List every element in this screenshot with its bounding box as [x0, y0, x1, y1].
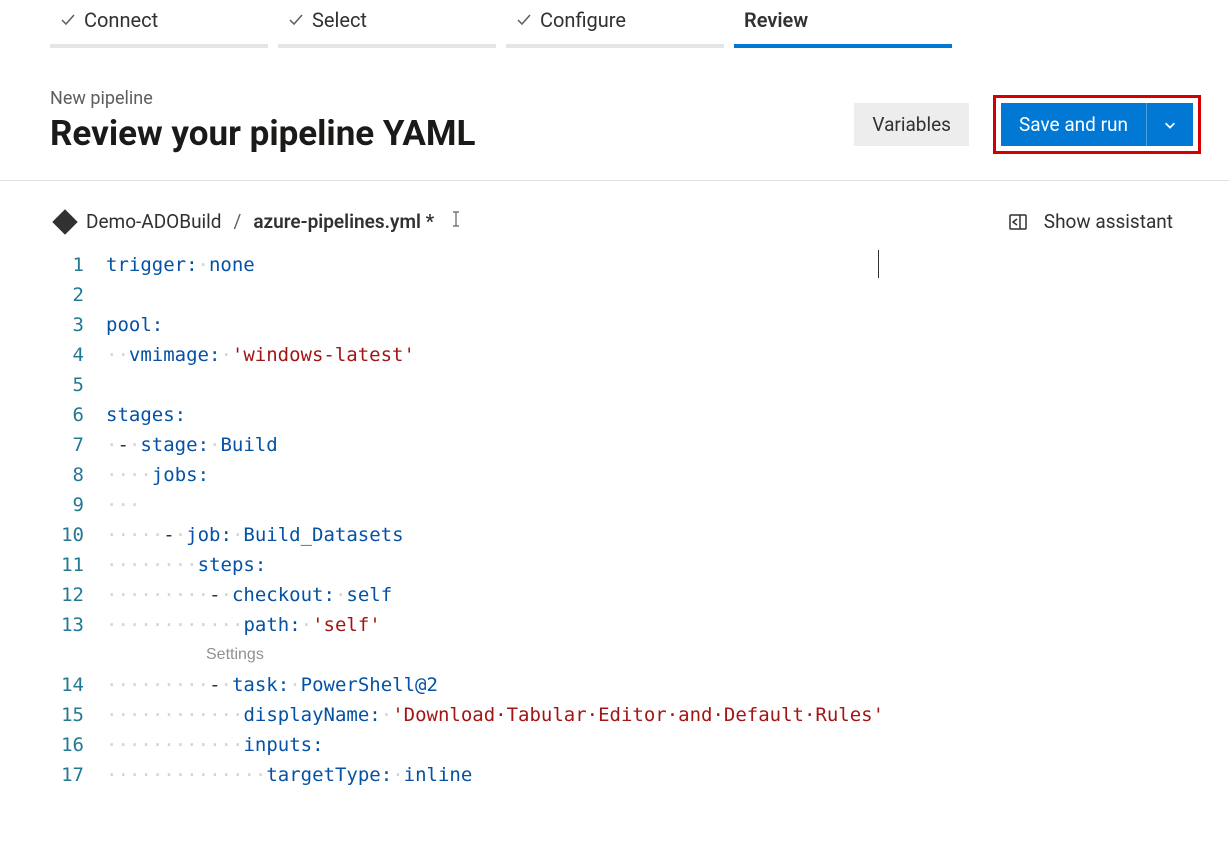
wizard-step-bar	[50, 44, 268, 48]
variables-button[interactable]: Variables	[854, 103, 969, 146]
code-line[interactable]: ········steps:	[106, 550, 1229, 580]
check-icon	[516, 12, 532, 28]
line-number: 12	[56, 580, 84, 610]
wizard-step-label: Connect	[84, 8, 158, 32]
line-gutter: 1234567891011121314151617	[56, 250, 106, 790]
line-number: 13	[56, 610, 84, 640]
code-line[interactable]: ·········-·checkout:·self	[106, 580, 1229, 610]
line-number: 3	[56, 310, 84, 340]
code-area[interactable]: trigger:·none pool:··vmimage:·'windows-la…	[106, 250, 1229, 790]
wizard-step-label: Configure	[540, 8, 626, 32]
wizard-step-label: Review	[744, 8, 808, 32]
code-line[interactable]: ·-·stage:·Build	[106, 430, 1229, 460]
save-and-run-highlight: Save and run	[993, 95, 1201, 154]
save-and-run-button[interactable]: Save and run	[1001, 103, 1147, 146]
file-bar: Demo-ADOBuild / azure-pipelines.yml * Sh…	[0, 181, 1229, 250]
code-line[interactable]: ··vmimage:·'windows-latest'	[106, 340, 1229, 370]
wizard-step-label: Select	[312, 8, 367, 32]
wizard-step-review[interactable]: Review	[734, 0, 952, 48]
wizard-step-connect[interactable]: Connect	[50, 0, 268, 48]
line-number: 4	[56, 340, 84, 370]
wizard-step-bar	[734, 44, 952, 48]
code-line[interactable]: ·········-·task:·PowerShell@2	[106, 670, 1229, 700]
chevron-down-icon	[1163, 118, 1177, 132]
code-line[interactable]: ···	[106, 490, 1229, 520]
wizard-step-configure[interactable]: Configure	[506, 0, 724, 48]
line-number: 10	[56, 520, 84, 550]
wizard-step-bar	[506, 44, 724, 48]
check-icon	[60, 12, 76, 28]
page-subtitle: New pipeline	[50, 88, 475, 109]
line-number: 16	[56, 730, 84, 760]
breadcrumb-file: azure-pipelines.yml *	[253, 210, 434, 233]
rename-icon[interactable]	[446, 209, 466, 234]
line-number: 2	[56, 280, 84, 310]
check-icon	[288, 12, 304, 28]
line-number: 8	[56, 460, 84, 490]
show-assistant-button[interactable]: Show assistant	[1008, 210, 1173, 233]
wizard-steps: Connect Select Configure Review	[0, 0, 1229, 48]
code-line[interactable]: ············displayName:·'Download·Tabul…	[106, 700, 1229, 730]
codelens-settings[interactable]: Settings	[206, 640, 264, 670]
repo-icon	[52, 209, 77, 234]
code-line[interactable]: ·····-·job:·Build_Datasets	[106, 520, 1229, 550]
line-number: 7	[56, 430, 84, 460]
code-line[interactable]: pool:	[106, 310, 1229, 340]
code-line[interactable]: stages:	[106, 400, 1229, 430]
line-number: 5	[56, 370, 84, 400]
code-line[interactable]: ············path:·'self'	[106, 610, 1229, 640]
line-number: 11	[56, 550, 84, 580]
breadcrumb: Demo-ADOBuild / azure-pipelines.yml *	[56, 209, 466, 234]
show-assistant-label: Show assistant	[1044, 210, 1173, 233]
breadcrumb-separator: /	[234, 210, 242, 233]
yaml-editor[interactable]: 1234567891011121314151617 trigger:·nonep…	[0, 250, 1229, 790]
line-number: 1	[56, 250, 84, 280]
text-cursor	[878, 250, 879, 278]
wizard-step-select[interactable]: Select	[278, 0, 496, 48]
code-line[interactable]	[106, 370, 1229, 400]
save-and-run-dropdown[interactable]	[1147, 103, 1193, 146]
panel-collapse-icon	[1008, 212, 1028, 232]
code-line[interactable]: trigger:·none	[106, 250, 1229, 280]
code-line[interactable]: ············inputs:	[106, 730, 1229, 760]
line-number: 14	[56, 670, 84, 700]
code-line[interactable]: ····jobs:	[106, 460, 1229, 490]
breadcrumb-repo[interactable]: Demo-ADOBuild	[86, 210, 222, 233]
page-title: Review your pipeline YAML	[50, 113, 475, 154]
code-line[interactable]: ··············targetType:·inline	[106, 760, 1229, 790]
code-line[interactable]	[106, 280, 1229, 310]
page-header: New pipeline Review your pipeline YAML V…	[0, 48, 1229, 181]
line-number: 15	[56, 700, 84, 730]
line-number: 6	[56, 400, 84, 430]
line-number: 17	[56, 760, 84, 790]
wizard-step-bar	[278, 44, 496, 48]
line-number: 9	[56, 490, 84, 520]
